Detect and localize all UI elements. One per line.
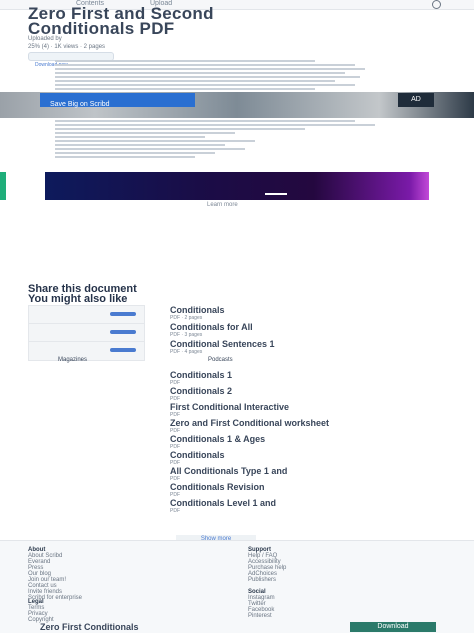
ad-banner-label: Save Big on Scribd: [40, 93, 195, 108]
related-item[interactable]: Conditionals Revision PDF: [170, 482, 430, 498]
footer-col-about: About About Scribd Everand Press Our blo…: [28, 547, 83, 601]
related-item[interactable]: Conditionals 1 PDF: [170, 370, 430, 386]
footer-col-legal: Legal Terms Privacy Copyright: [28, 599, 54, 623]
document-meta: 25% (4) · 1K views · 2 pages: [28, 44, 106, 50]
thumb-download-button[interactable]: [110, 330, 136, 334]
ad-banner[interactable]: Save Big on Scribd AD: [0, 92, 474, 118]
bottom-bar-title: Zero First Conditionals: [40, 622, 139, 632]
footer-col-social: Social Instagram Twitter Facebook Pinter…: [248, 589, 275, 619]
footer-link[interactable]: Pinterest: [248, 613, 275, 619]
video-progress: [265, 193, 287, 195]
side-feedback-tab[interactable]: [0, 172, 6, 200]
tab-podcasts[interactable]: Podcasts: [208, 357, 233, 363]
video-ad[interactable]: [45, 172, 429, 200]
title-line-2: Conditionals PDF: [28, 19, 175, 38]
download-button[interactable]: Download: [350, 622, 436, 632]
document-page-2: [55, 120, 385, 160]
also-like-title: You might also like: [28, 293, 128, 305]
ad-banner-tag: AD: [398, 93, 434, 107]
video-caption[interactable]: Learn more: [207, 202, 238, 208]
related-item[interactable]: Conditionals Level 1 and PDF: [170, 498, 430, 514]
tab-magazines[interactable]: Magazines: [58, 357, 87, 363]
uploaded-by: Uploaded by: [28, 36, 62, 42]
footer: About About Scribd Everand Press Our blo…: [0, 540, 474, 633]
footer-link[interactable]: Publishers: [248, 577, 286, 583]
related-thumb-2[interactable]: [28, 323, 145, 343]
footer-col-support: Support Help / FAQ Accessibility Purchas…: [248, 547, 287, 583]
document-title: Zero First and Second Conditionals PDF: [28, 5, 214, 38]
related-item[interactable]: Conditionals 1 & Ages PDF: [170, 434, 430, 450]
related-item[interactable]: Conditionals for All PDF · 3 pages: [170, 322, 430, 339]
related-item[interactable]: All Conditionals Type 1 and PDF: [170, 466, 430, 482]
related-item[interactable]: Conditionals PDF · 2 pages: [170, 305, 430, 322]
related-list-more: Conditionals 1 PDF Conditionals 2 PDF Fi…: [170, 370, 430, 514]
thumb-download-button[interactable]: [110, 312, 136, 316]
related-item[interactable]: Conditionals PDF: [170, 450, 430, 466]
related-thumb-1[interactable]: [28, 305, 145, 325]
search-icon[interactable]: [432, 0, 441, 9]
related-item[interactable]: First Conditional Interactive PDF: [170, 402, 430, 418]
thumb-download-button[interactable]: [110, 348, 136, 352]
related-item[interactable]: Zero and First Conditional worksheet PDF: [170, 418, 430, 434]
related-item[interactable]: Conditionals 2 PDF: [170, 386, 430, 402]
related-item[interactable]: Conditional Sentences 1 PDF · 4 pages: [170, 339, 430, 356]
related-list: Conditionals PDF · 2 pages Conditionals …: [170, 305, 430, 356]
